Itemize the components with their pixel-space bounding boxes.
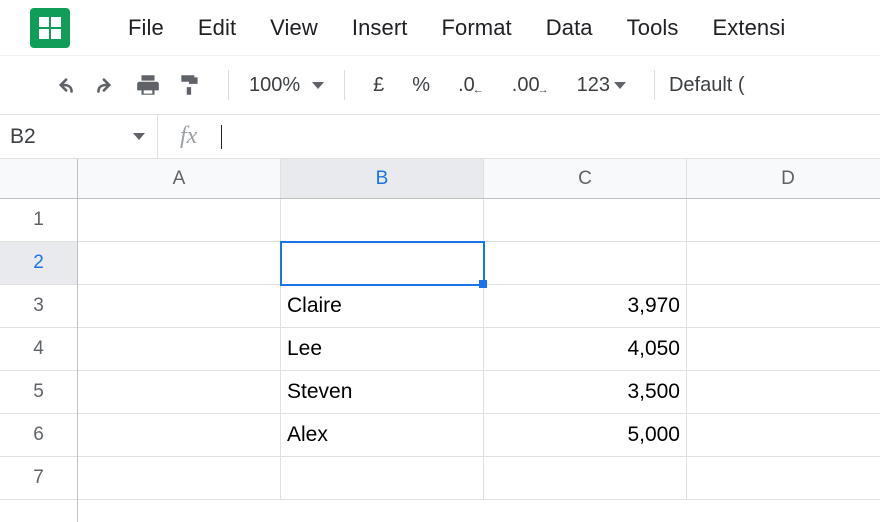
cell-A4[interactable] [78, 328, 281, 371]
paint-format-button[interactable] [172, 67, 208, 103]
menu-file[interactable]: File [128, 15, 164, 41]
cell-B2[interactable] [281, 242, 484, 285]
percent-button[interactable]: % [412, 74, 430, 97]
grid-row: Alex 5,000 [78, 414, 880, 457]
cell-B4[interactable]: Lee [281, 328, 484, 371]
number-format-dropdown[interactable]: 123 [577, 74, 626, 97]
toolbar: 100% £ % .0← .00→ 123 Default ( [0, 55, 880, 115]
cell-D5[interactable] [687, 371, 880, 414]
undo-button[interactable] [46, 67, 82, 103]
row-headers: 1 2 3 4 5 6 7 [0, 159, 78, 522]
cell-D1[interactable] [687, 199, 880, 242]
column-header[interactable]: D [687, 159, 880, 198]
menu-view[interactable]: View [270, 15, 318, 41]
formula-bar[interactable]: fx [158, 123, 880, 150]
cell-C5[interactable]: 3,500 [484, 371, 687, 414]
sheets-logo-icon [39, 17, 61, 39]
print-button[interactable] [130, 67, 166, 103]
cell-D6[interactable] [687, 414, 880, 457]
menu-tools[interactable]: Tools [627, 15, 679, 41]
currency-button[interactable]: £ [373, 74, 384, 97]
menu-format[interactable]: Format [441, 15, 511, 41]
column-header[interactable]: B [281, 159, 484, 198]
cell-C4[interactable]: 4,050 [484, 328, 687, 371]
increase-decimal-label: .00 [512, 74, 540, 97]
select-all-corner[interactable] [0, 159, 77, 199]
cell-A2[interactable] [78, 242, 281, 285]
row-header[interactable]: 3 [0, 285, 77, 328]
cell-C6[interactable]: 5,000 [484, 414, 687, 457]
grid-row [78, 199, 880, 242]
cell-A1[interactable] [78, 199, 281, 242]
cell-C7[interactable] [484, 457, 687, 500]
row-header[interactable]: 6 [0, 414, 77, 457]
row-header[interactable]: 4 [0, 328, 77, 371]
toolbar-separator [228, 70, 229, 100]
selection-handle[interactable] [479, 280, 487, 288]
chevron-down-icon [133, 133, 145, 140]
row-header[interactable]: 2 [0, 242, 77, 285]
cell-A5[interactable] [78, 371, 281, 414]
cell-C1[interactable] [484, 199, 687, 242]
left-arrow-icon: ← [473, 84, 484, 96]
number-format-label: 123 [577, 74, 610, 97]
grid-row [78, 457, 880, 500]
grid-row: Steven 3,500 [78, 371, 880, 414]
menu-data[interactable]: Data [546, 15, 593, 41]
redo-icon [93, 72, 119, 98]
name-box[interactable]: B2 [0, 115, 158, 158]
cell-D2[interactable] [687, 242, 880, 285]
menu-edit[interactable]: Edit [198, 15, 236, 41]
zoom-dropdown[interactable]: 100% [249, 74, 324, 97]
cell-B5[interactable]: Steven [281, 371, 484, 414]
increase-decimal-button[interactable]: .00→ [512, 74, 549, 97]
formula-cursor [221, 125, 222, 149]
formula-row: B2 fx [0, 115, 880, 159]
grid-row: Claire 3,970 [78, 285, 880, 328]
cell-D7[interactable] [687, 457, 880, 500]
cell-D3[interactable] [687, 285, 880, 328]
cell-A3[interactable] [78, 285, 281, 328]
column-header[interactable]: A [78, 159, 281, 198]
grid-columns: A B C D Claire 3,970 [78, 159, 880, 522]
cell-D4[interactable] [687, 328, 880, 371]
right-arrow-icon: → [538, 84, 549, 96]
sheets-logo [30, 8, 70, 48]
cell-B7[interactable] [281, 457, 484, 500]
zoom-value: 100% [249, 74, 300, 97]
fx-icon: fx [180, 123, 197, 150]
cell-A6[interactable] [78, 414, 281, 457]
row-header[interactable]: 5 [0, 371, 77, 414]
cell-B6[interactable]: Alex [281, 414, 484, 457]
chevron-down-icon [312, 82, 324, 89]
grid-row: Lee 4,050 [78, 328, 880, 371]
menu-bar: File Edit View Insert Format Data Tools … [0, 0, 880, 55]
column-headers: A B C D [78, 159, 880, 199]
font-dropdown[interactable]: Default ( [669, 74, 745, 97]
spreadsheet-grid: 1 2 3 4 5 6 7 A B C D [0, 159, 880, 522]
toolbar-separator [654, 70, 655, 100]
paint-roller-icon [177, 72, 203, 98]
menu-insert[interactable]: Insert [352, 15, 408, 41]
chevron-down-icon [614, 82, 626, 89]
toolbar-separator [344, 70, 345, 100]
cell-B3[interactable]: Claire [281, 285, 484, 328]
column-header[interactable]: C [484, 159, 687, 198]
cell-C3[interactable]: 3,970 [484, 285, 687, 328]
row-header[interactable]: 7 [0, 457, 77, 500]
grid-row [78, 242, 880, 285]
decrease-decimal-button[interactable]: .0← [458, 74, 484, 97]
print-icon [135, 72, 161, 98]
name-box-value: B2 [10, 125, 36, 149]
redo-button[interactable] [88, 67, 124, 103]
cell-A7[interactable] [78, 457, 281, 500]
menu-extensions[interactable]: Extensi [713, 15, 786, 41]
cell-C2[interactable] [484, 242, 687, 285]
cell-B1[interactable] [281, 199, 484, 242]
row-header[interactable]: 1 [0, 199, 77, 242]
undo-icon [51, 72, 77, 98]
